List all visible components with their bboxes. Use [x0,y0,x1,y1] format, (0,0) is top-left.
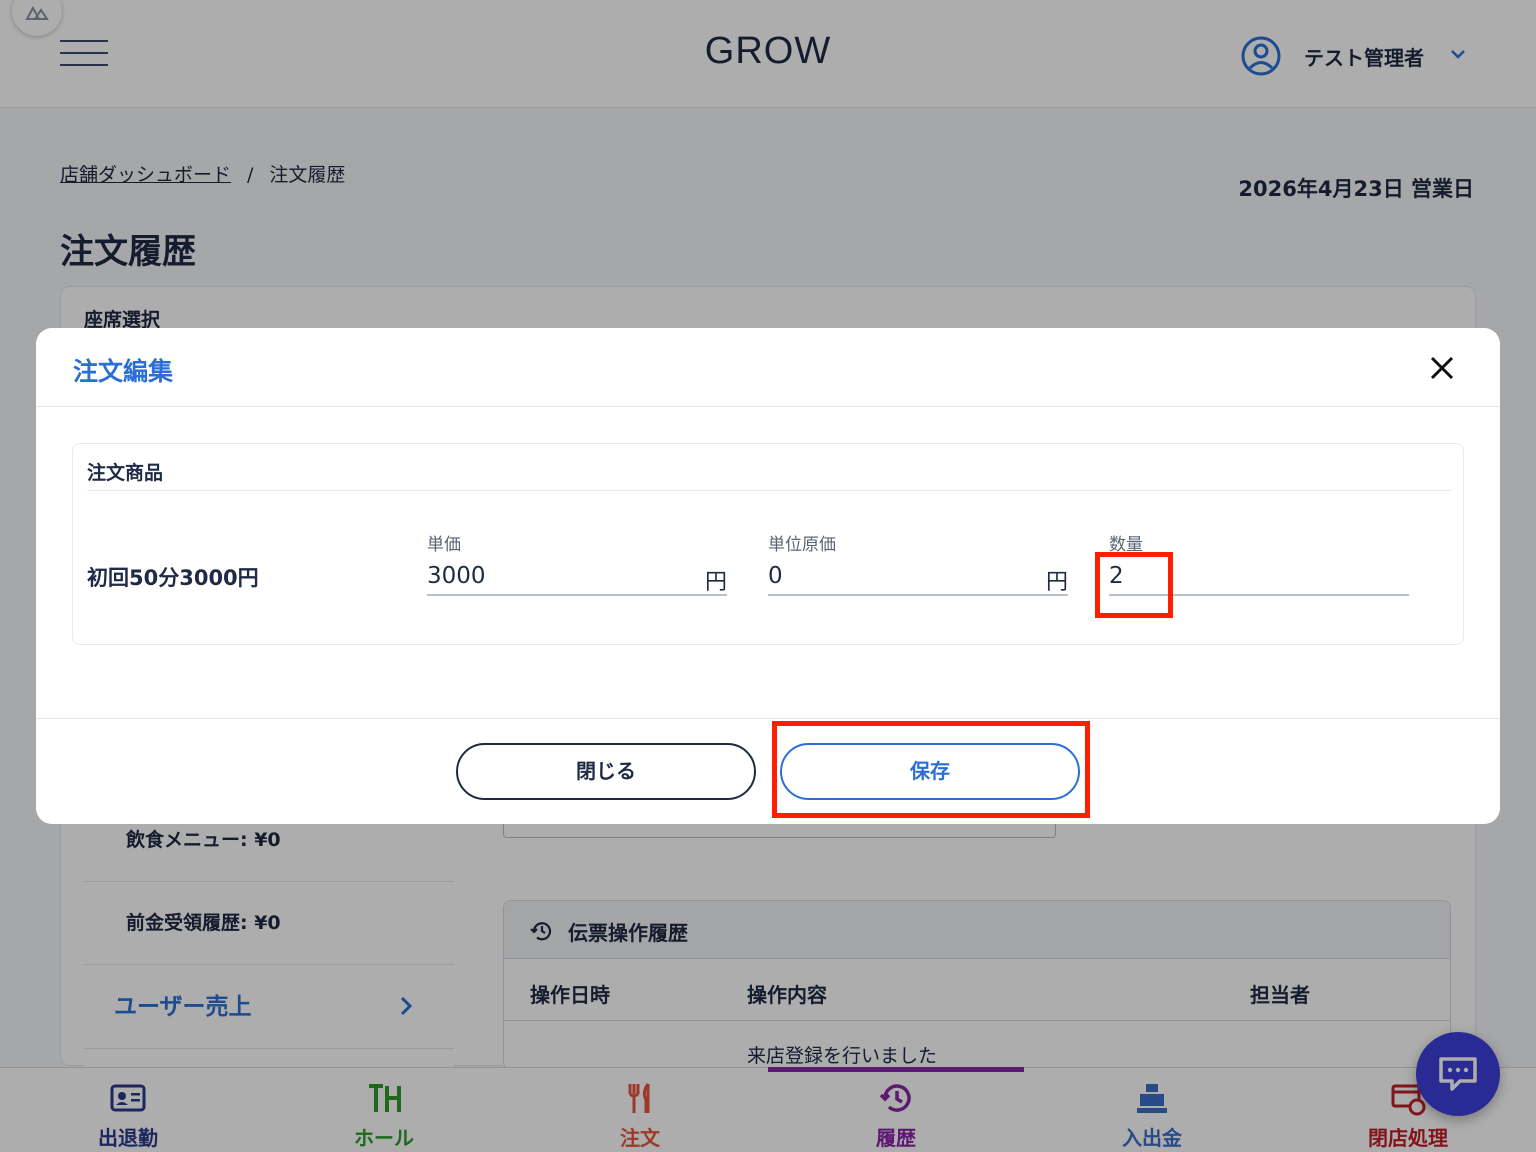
unit-cost-input[interactable] [768,558,1068,596]
unit-cost-unit: 円 [1045,570,1068,595]
unit-price-label: 単価 [427,535,461,555]
quantity-highlight-box [1095,552,1173,618]
close-icon[interactable] [1428,354,1456,382]
unit-cost-field: 単位原価 円 [768,530,1068,600]
order-edit-modal: 注文編集 注文商品 初回50分3000円 単価 円 単位原価 円 数量 閉じる … [36,328,1500,824]
close-button[interactable]: 閉じる [456,743,756,800]
divider [87,490,1451,491]
unit-price-input[interactable] [427,558,727,596]
order-items-card: 注文商品 初回50分3000円 単価 円 単位原価 円 数量 [72,443,1464,645]
modal-title: 注文編集 [73,357,174,386]
save-highlight-box [772,721,1090,818]
unit-price-field: 単価 円 [427,530,727,600]
unit-price-unit: 円 [704,570,727,595]
modal-header: 注文編集 [36,328,1500,407]
modal-footer [36,718,1500,824]
unit-cost-label: 単位原価 [768,535,836,555]
product-name: 初回50分3000円 [87,566,259,590]
order-items-label: 注文商品 [87,462,164,484]
